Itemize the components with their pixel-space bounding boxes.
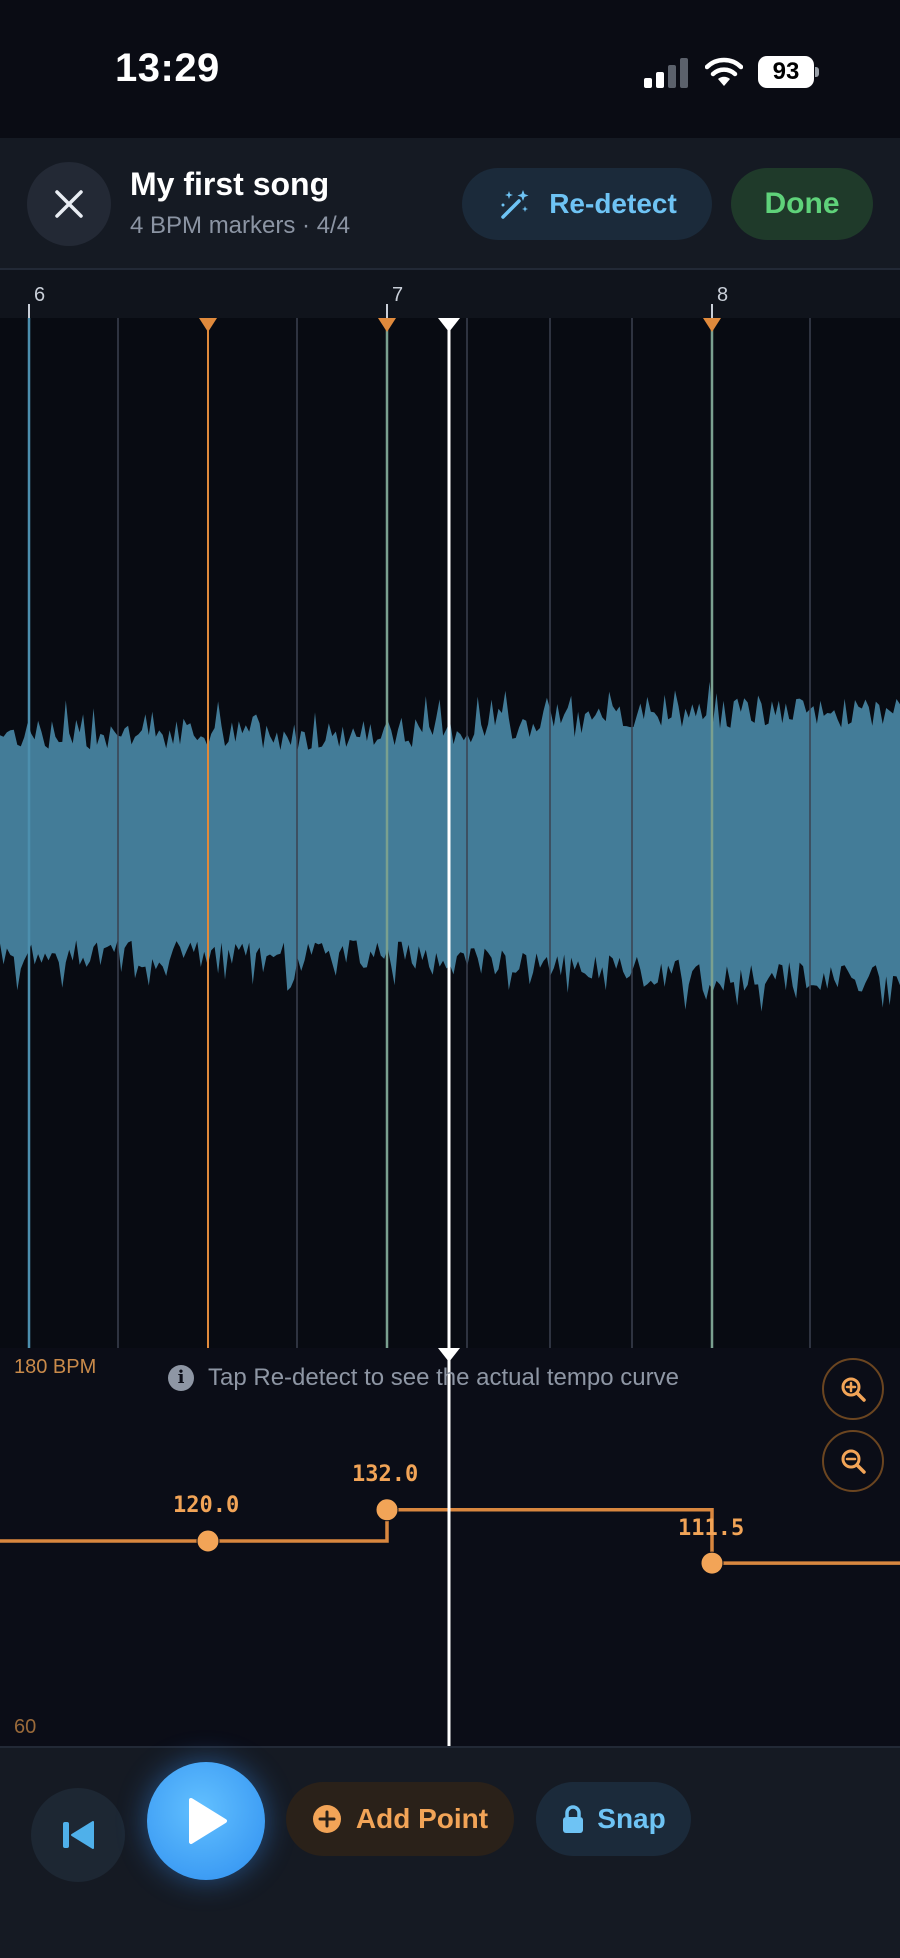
tempo-hint-text: Tap Re-detect to see the actual tempo cu… xyxy=(208,1364,679,1391)
playback-toolbar: Add Point Snap xyxy=(0,1746,900,1958)
bpm-marker-handles xyxy=(199,318,721,332)
playhead-handle-top xyxy=(438,318,460,332)
zoom-out-icon xyxy=(841,1449,866,1474)
marker-handle xyxy=(378,318,396,332)
tempo-hint: i Tap Re-detect to see the actual tempo … xyxy=(168,1364,679,1392)
snap-toggle[interactable]: Snap xyxy=(536,1782,691,1856)
tempo-point-label: 111.5 xyxy=(678,1516,745,1541)
tempo-point xyxy=(700,1551,724,1575)
tempo-point xyxy=(375,1498,399,1522)
playhead xyxy=(438,318,460,1746)
marker-handle xyxy=(199,318,217,332)
playhead-handle-tempo xyxy=(438,1348,460,1362)
tempo-point xyxy=(196,1529,220,1553)
skip-to-start-button[interactable] xyxy=(31,1788,125,1882)
play-icon xyxy=(189,1798,227,1844)
add-point-label: Add Point xyxy=(355,1803,489,1834)
play-button[interactable] xyxy=(147,1762,265,1880)
timeline-overlay xyxy=(0,304,900,1746)
zoom-in-button[interactable] xyxy=(822,1358,884,1420)
tempo-max-label: 180 BPM xyxy=(14,1356,97,1378)
lock-icon xyxy=(563,1805,584,1833)
tempo-point-label: 132.0 xyxy=(352,1462,419,1487)
tempo-min-label: 60 xyxy=(14,1716,37,1738)
marker-handle xyxy=(703,318,721,332)
zoom-in-icon xyxy=(841,1377,866,1402)
tempo-point-label: 120.0 xyxy=(173,1493,240,1518)
zoom-out-button[interactable] xyxy=(822,1430,884,1492)
bar-tick-marks xyxy=(28,304,713,318)
snap-label: Snap xyxy=(597,1803,666,1834)
info-icon: i xyxy=(168,1365,194,1391)
skip-back-icon xyxy=(63,1821,94,1849)
plus-circle-icon xyxy=(312,1805,341,1833)
add-point-button[interactable]: Add Point xyxy=(286,1782,514,1856)
